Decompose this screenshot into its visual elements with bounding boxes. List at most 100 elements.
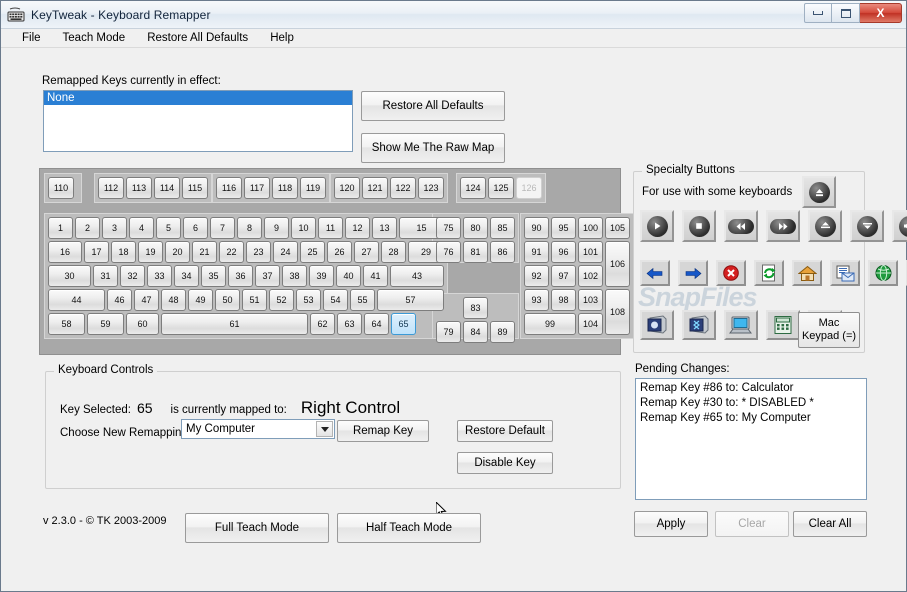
keyboard-key-24[interactable]: 24 (273, 241, 298, 263)
keyboard-key-50[interactable]: 50 (215, 289, 240, 311)
clear-all-button[interactable]: Clear All (793, 511, 867, 537)
keyboard-key-123[interactable]: 123 (418, 177, 444, 199)
specialty-button-volume-down[interactable] (850, 210, 884, 242)
keyboard-key-91[interactable]: 91 (524, 241, 549, 263)
keyboard-key-21[interactable]: 21 (192, 241, 217, 263)
keyboard-key-76[interactable]: 76 (436, 241, 461, 263)
specialty-button-fast-forward[interactable] (766, 210, 800, 242)
keyboard-key-120[interactable]: 120 (334, 177, 360, 199)
keyboard-key-18[interactable]: 18 (111, 241, 136, 263)
keyboard-key-51[interactable]: 51 (242, 289, 267, 311)
keyboard-key-125[interactable]: 125 (488, 177, 514, 199)
keyboard-key-103[interactable]: 103 (578, 289, 603, 311)
disable-key-button[interactable]: Disable Key (457, 452, 553, 474)
keyboard-key-110[interactable]: 110 (48, 177, 74, 199)
keyboard-key-92[interactable]: 92 (524, 265, 549, 287)
specialty-button-eject[interactable] (802, 176, 836, 208)
keyboard-key-89[interactable]: 89 (490, 321, 515, 343)
keyboard-key-59[interactable]: 59 (87, 313, 124, 335)
keyboard-key-34[interactable]: 34 (174, 265, 199, 287)
keyboard-key-4[interactable]: 4 (129, 217, 154, 239)
keyboard-key-83[interactable]: 83 (463, 297, 488, 319)
remapping-select[interactable]: My Computer (181, 419, 335, 439)
specialty-button-rewind[interactable] (724, 210, 758, 242)
specialty-button-play[interactable] (640, 210, 674, 242)
keyboard-key-99[interactable]: 99 (524, 313, 576, 335)
minimize-button[interactable] (804, 3, 832, 23)
apply-button[interactable]: Apply (634, 511, 708, 537)
keyboard-key-85[interactable]: 85 (490, 217, 515, 239)
keyboard-key-10[interactable]: 10 (291, 217, 316, 239)
keyboard-key-27[interactable]: 27 (354, 241, 379, 263)
pending-changes-list[interactable]: Remap Key #86 to: Calculator Remap Key #… (635, 378, 867, 500)
keyboard-key-11[interactable]: 11 (318, 217, 343, 239)
specialty-button-my-computer[interactable] (724, 310, 758, 340)
keyboard-key-26[interactable]: 26 (327, 241, 352, 263)
keyboard-key-81[interactable]: 81 (463, 241, 488, 263)
specialty-button-media-player[interactable] (682, 310, 716, 340)
list-item[interactable]: None (44, 91, 352, 105)
keyboard-key-33[interactable]: 33 (147, 265, 172, 287)
keyboard-key-112[interactable]: 112 (98, 177, 124, 199)
keyboard-key-95[interactable]: 95 (551, 217, 576, 239)
keyboard-key-5[interactable]: 5 (156, 217, 181, 239)
keyboard-key-54[interactable]: 54 (323, 289, 348, 311)
keyboard-key-104[interactable]: 104 (578, 313, 603, 335)
keyboard-key-62[interactable]: 62 (310, 313, 335, 335)
keyboard-key-79[interactable]: 79 (436, 321, 461, 343)
keyboard-key-122[interactable]: 122 (390, 177, 416, 199)
keyboard-key-115[interactable]: 115 (182, 177, 208, 199)
keyboard-key-41[interactable]: 41 (363, 265, 388, 287)
keyboard-key-101[interactable]: 101 (578, 241, 603, 263)
keyboard-key-38[interactable]: 38 (282, 265, 307, 287)
keyboard-key-65[interactable]: 65 (391, 313, 416, 335)
keyboard-key-116[interactable]: 116 (216, 177, 242, 199)
specialty-button-mail[interactable] (830, 260, 860, 286)
menu-item-teach-mode[interactable]: Teach Mode (52, 30, 137, 46)
keyboard-key-31[interactable]: 31 (93, 265, 118, 287)
keyboard-key-97[interactable]: 97 (551, 265, 576, 287)
keyboard-key-121[interactable]: 121 (362, 177, 388, 199)
keyboard-key-113[interactable]: 113 (126, 177, 152, 199)
keyboard-key-47[interactable]: 47 (134, 289, 159, 311)
specialty-button-web[interactable] (868, 260, 898, 286)
maximize-button[interactable] (832, 3, 860, 23)
keyboard-key-84[interactable]: 84 (463, 321, 488, 343)
keyboard-key-8[interactable]: 8 (237, 217, 262, 239)
keyboard-key-114[interactable]: 114 (154, 177, 180, 199)
keyboard-key-46[interactable]: 46 (107, 289, 132, 311)
keyboard-key-96[interactable]: 96 (551, 241, 576, 263)
specialty-button-calculator[interactable] (766, 310, 800, 340)
keyboard-key-118[interactable]: 118 (272, 177, 298, 199)
specialty-button-refresh[interactable] (754, 260, 784, 286)
show-raw-map-button[interactable]: Show Me The Raw Map (361, 133, 505, 163)
keyboard-key-32[interactable]: 32 (120, 265, 145, 287)
keyboard-key-22[interactable]: 22 (219, 241, 244, 263)
keyboard-key-9[interactable]: 9 (264, 217, 289, 239)
remapped-keys-list[interactable]: None (43, 90, 353, 152)
keyboard-key-28[interactable]: 28 (381, 241, 406, 263)
keyboard-key-39[interactable]: 39 (309, 265, 334, 287)
restore-default-button[interactable]: Restore Default (457, 420, 553, 442)
keyboard-key-12[interactable]: 12 (345, 217, 370, 239)
mac-keypad-button[interactable]: Mac Keypad (=) (798, 312, 860, 348)
keyboard-key-64[interactable]: 64 (364, 313, 389, 335)
keyboard-key-102[interactable]: 102 (578, 265, 603, 287)
keyboard-key-23[interactable]: 23 (246, 241, 271, 263)
keyboard-key-105[interactable]: 105 (605, 217, 630, 239)
specialty-button-forward[interactable] (678, 260, 708, 286)
specialty-button-mute[interactable] (892, 210, 907, 242)
keyboard-key-119[interactable]: 119 (300, 177, 326, 199)
menu-item-restore-all-defaults[interactable]: Restore All Defaults (136, 30, 259, 46)
keyboard-key-7[interactable]: 7 (210, 217, 235, 239)
keyboard-key-80[interactable]: 80 (463, 217, 488, 239)
keyboard-key-58[interactable]: 58 (48, 313, 85, 335)
keyboard-key-1[interactable]: 1 (48, 217, 73, 239)
keyboard-key-93[interactable]: 93 (524, 289, 549, 311)
keyboard-key-106[interactable]: 106 (605, 241, 630, 287)
keyboard-key-40[interactable]: 40 (336, 265, 361, 287)
keyboard-key-30[interactable]: 30 (48, 265, 91, 287)
keyboard-key-63[interactable]: 63 (337, 313, 362, 335)
close-button[interactable]: X (860, 3, 902, 23)
keyboard-key-2[interactable]: 2 (75, 217, 100, 239)
